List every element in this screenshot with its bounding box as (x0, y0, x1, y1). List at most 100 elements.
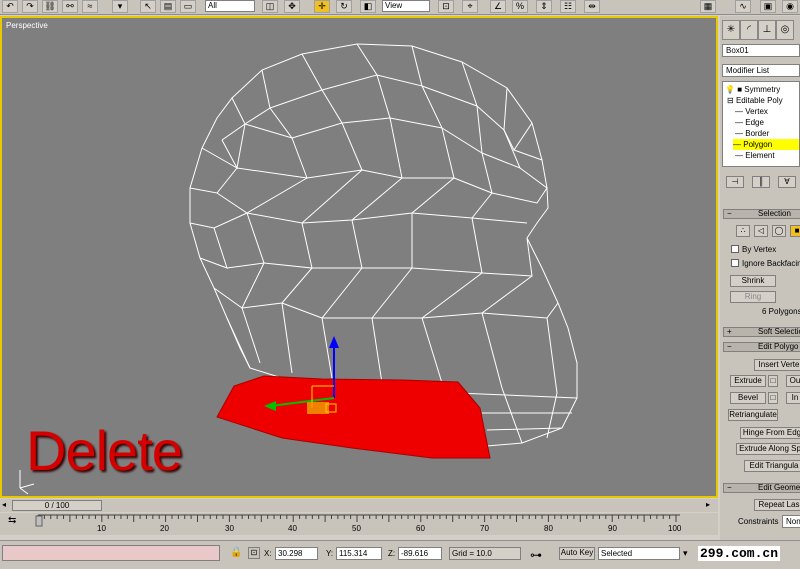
tick-label: 70 (480, 524, 489, 533)
selection-filter-icon[interactable]: ▾ (112, 0, 128, 13)
stack-item-editable-poly[interactable]: ⊟ Editable Poly (727, 95, 783, 106)
polygon-mode-icon[interactable]: ■ (790, 225, 800, 237)
create-tab-icon[interactable]: ✳ (722, 20, 740, 40)
select-rotate-icon[interactable]: ↻ (336, 0, 352, 13)
show-end-result-icon[interactable]: ║ (752, 176, 770, 188)
filter-select[interactable]: All (205, 0, 255, 12)
edge-mode-icon[interactable]: ◁ (754, 225, 768, 237)
angle-snap-icon[interactable]: ∠ (490, 0, 506, 13)
mirror-icon[interactable]: ⇹ (584, 0, 600, 13)
extrude-settings-icon[interactable]: □ (768, 375, 778, 387)
pivot-center-icon[interactable]: ⊡ (438, 0, 454, 13)
stack-item-border[interactable]: — Border (735, 128, 769, 139)
bevel-button[interactable]: Bevel (730, 392, 766, 404)
retriangulate-button[interactable]: Retriangulate (728, 409, 778, 421)
selection-rollout-header[interactable]: − Selection (723, 209, 800, 219)
by-vertex-checkbox[interactable] (731, 245, 739, 253)
tick-label: 50 (352, 524, 361, 533)
edit-polygons-rollout-header[interactable]: − Edit Polygo (723, 342, 800, 352)
tick-label: 40 (288, 524, 297, 533)
absolute-mode-icon[interactable]: ⊡ (248, 547, 260, 559)
rollout-title: Selection (758, 209, 791, 218)
selection-status: 6 Polygons (762, 307, 800, 316)
prev-frame-icon[interactable]: ◂ (2, 500, 10, 511)
viewport-label[interactable]: Perspective (6, 21, 48, 30)
insert-vertex-button[interactable]: Insert Verte (754, 359, 800, 371)
select-object-icon[interactable]: ↖ (140, 0, 156, 13)
key-icon[interactable]: ⊶ (530, 548, 542, 562)
motion-tab-icon[interactable]: ◎ (776, 20, 794, 40)
z-coord-label: Z: (388, 549, 396, 558)
pin-stack-icon[interactable]: ⊣ (726, 176, 744, 188)
render-icon[interactable]: ▣ (760, 0, 776, 13)
edit-geometry-rollout-header[interactable]: − Edit Geomet (723, 483, 800, 493)
redo-icon[interactable]: ↷ (22, 0, 38, 13)
hinge-from-edge-button[interactable]: Hinge From Edg (740, 427, 800, 439)
bevel-settings-icon[interactable]: □ (768, 392, 778, 404)
stack-item-polygon[interactable]: — Polygon (733, 139, 799, 150)
stack-item-element[interactable]: — Element (735, 150, 775, 161)
main-toolbar: ↶ ↷ ⛓ ⚯ ≈ ▾ ↖ ▤ ▭ All ◫ ✥ ✛ ↻ ◧ View ⊡ ⌖… (0, 0, 800, 15)
tick-label: 100 (668, 524, 682, 533)
y-coord-field[interactable]: 115.314 (336, 547, 382, 560)
x-coord-field[interactable]: 30.298 (275, 547, 318, 560)
percent-snap-icon[interactable]: % (512, 0, 528, 13)
rollout-title: Edit Geomet (758, 483, 800, 492)
quick-render-icon[interactable]: ◉ (782, 0, 798, 13)
stack-item-vertex[interactable]: — Vertex (735, 106, 768, 117)
modifier-list-dropdown[interactable]: Modifier List (722, 64, 800, 77)
key-filter-dropdown[interactable]: Selected (598, 547, 680, 560)
inset-button[interactable]: In (786, 392, 800, 404)
named-selection-icon[interactable]: ☷ (560, 0, 576, 13)
extrude-along-spline-button[interactable]: Extrude Along Sp (736, 443, 800, 455)
stack-item-symmetry[interactable]: 💡 ■ Symmetry (725, 84, 780, 95)
reference-coordinate-select[interactable]: View (382, 0, 430, 12)
maxscript-listener[interactable] (2, 545, 220, 561)
link-icon[interactable]: ⛓ (42, 0, 58, 13)
select-move-icon[interactable]: ✥ (284, 0, 300, 13)
next-frame-icon[interactable]: ▸ (706, 500, 714, 511)
auto-key-button[interactable]: Auto Key (559, 547, 595, 560)
bind-space-warp-icon[interactable]: ≈ (82, 0, 98, 13)
modify-tab-icon[interactable]: ◜ (740, 20, 758, 40)
z-coord-field[interactable]: -89.616 (398, 547, 442, 560)
key-mode-icon[interactable]: ▾ (683, 548, 688, 559)
track-bar-toggle-icon[interactable]: ⇆ (8, 515, 16, 526)
make-unique-icon[interactable]: ∀ (778, 176, 796, 188)
vertex-mode-icon[interactable]: ∴ (736, 225, 750, 237)
stack-item-edge[interactable]: — Edge (735, 117, 764, 128)
unlink-icon[interactable]: ⚯ (62, 0, 78, 13)
constraints-dropdown[interactable]: Non (782, 515, 800, 528)
soft-selection-rollout-header[interactable]: + Soft Selectio (723, 327, 800, 337)
x-coord-label: X: (264, 549, 272, 558)
snap-toggle-icon[interactable]: ⌖ (462, 0, 478, 13)
object-name-field[interactable]: Box01 (722, 44, 800, 57)
ignore-backfacing-checkbox[interactable] (731, 259, 739, 267)
lock-selection-icon[interactable]: 🔒 (230, 547, 242, 558)
curve-editor-icon[interactable]: ∿ (735, 0, 751, 13)
ring-button[interactable]: Ring (730, 291, 776, 303)
extrude-button[interactable]: Extrude (730, 375, 766, 387)
stack-label: Edge (745, 118, 764, 127)
stack-label: Symmetry (744, 85, 781, 94)
select-by-name-icon[interactable]: ▤ (160, 0, 176, 13)
edit-triangulation-button[interactable]: Edit Triangula (744, 460, 800, 472)
transform-gizmo[interactable] (264, 336, 339, 414)
spinner-snap-icon[interactable]: ⇕ (536, 0, 552, 13)
hierarchy-tab-icon[interactable]: ⊥ (758, 20, 776, 40)
border-mode-icon[interactable]: ◯ (772, 225, 786, 237)
time-slider-track[interactable] (0, 499, 718, 512)
repeat-last-button[interactable]: Repeat Las (754, 499, 800, 511)
select-move-active-icon[interactable]: ✛ (314, 0, 330, 13)
time-slider-handle[interactable]: 0 / 100 (12, 500, 102, 511)
shrink-button[interactable]: Shrink (730, 275, 776, 287)
bulb-icon[interactable]: 💡 (725, 85, 735, 94)
window-crossing-icon[interactable]: ◫ (262, 0, 278, 13)
selected-polygons[interactable] (216, 375, 491, 459)
outline-button[interactable]: Ou (786, 375, 800, 387)
layer-manager-icon[interactable]: ▦ (700, 0, 716, 13)
undo-icon[interactable]: ↶ (2, 0, 18, 13)
rollout-title: Soft Selectio (758, 327, 800, 336)
rect-selection-icon[interactable]: ▭ (180, 0, 196, 13)
select-scale-icon[interactable]: ◧ (360, 0, 376, 13)
